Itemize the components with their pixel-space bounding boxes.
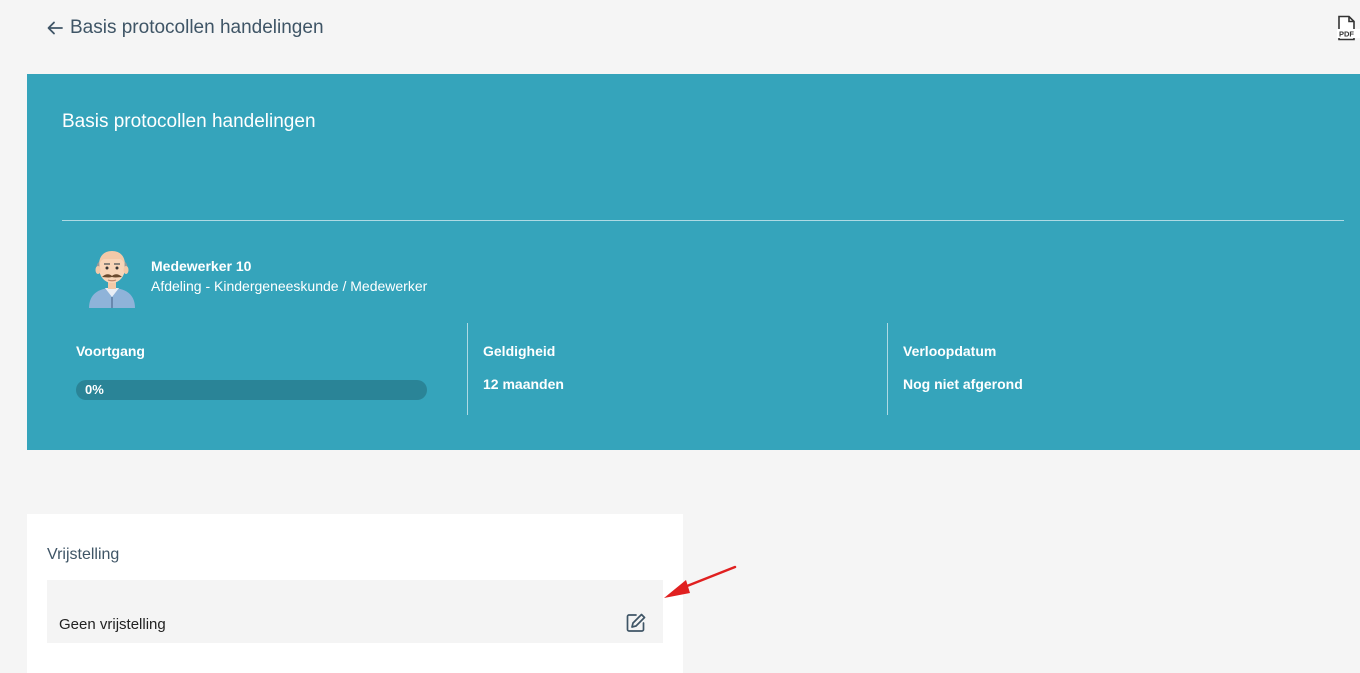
validity-value: 12 maanden [483,376,564,392]
exemption-title: Vrijstelling [47,546,120,563]
employee-avatar [89,251,135,308]
exemption-row: Geen vrijstelling [47,580,663,643]
expiry-value: Nog niet afgerond [903,376,1023,392]
exemption-value: Geen vrijstelling [59,616,166,633]
pdf-label: PDF [1339,30,1354,39]
employee-info: Medewerker 10 Afdeling - Kindergeneeskun… [83,244,427,308]
validity-label: Geldigheid [483,343,556,359]
progress-bar: 0% [76,380,427,400]
expiry-label: Verloopdatum [903,343,997,359]
employee-department: Afdeling - Kindergeneeskunde / Medewerke… [151,278,428,294]
stat-progress: Voortgang 0% [76,323,467,415]
top-bar: Basis protocollen handelingen PDF [0,0,1360,60]
course-banner: Basis protocollen handelingen Medewerker… [27,74,1360,450]
stat-validity: Geldigheid 12 maanden [467,323,887,415]
arrow-left-icon [47,21,63,35]
back-link-label: Basis protocollen handelingen [70,17,324,38]
pdf-file-icon: PDF [1337,15,1360,41]
edit-pencil-icon[interactable] [625,612,647,634]
stat-expiry: Verloopdatum Nog niet afgerond [887,323,1307,415]
back-link[interactable]: Basis protocollen handelingen [46,17,324,39]
employee-text: Medewerker 10 Afdeling - Kindergeneeskun… [151,258,427,294]
banner-divider [62,220,1344,221]
pdf-export-button[interactable]: PDF [1336,15,1360,41]
course-stats: Voortgang 0% Geldigheid 12 maanden Verlo… [27,323,1360,415]
progress-text: 0% [85,382,104,397]
course-title: Basis protocollen handelingen [62,111,316,132]
employee-name: Medewerker 10 [151,258,252,274]
exemption-card: Vrijstelling Geen vrijstelling [27,514,683,673]
red-arrow-icon [664,565,737,598]
progress-label: Voortgang [76,343,145,359]
